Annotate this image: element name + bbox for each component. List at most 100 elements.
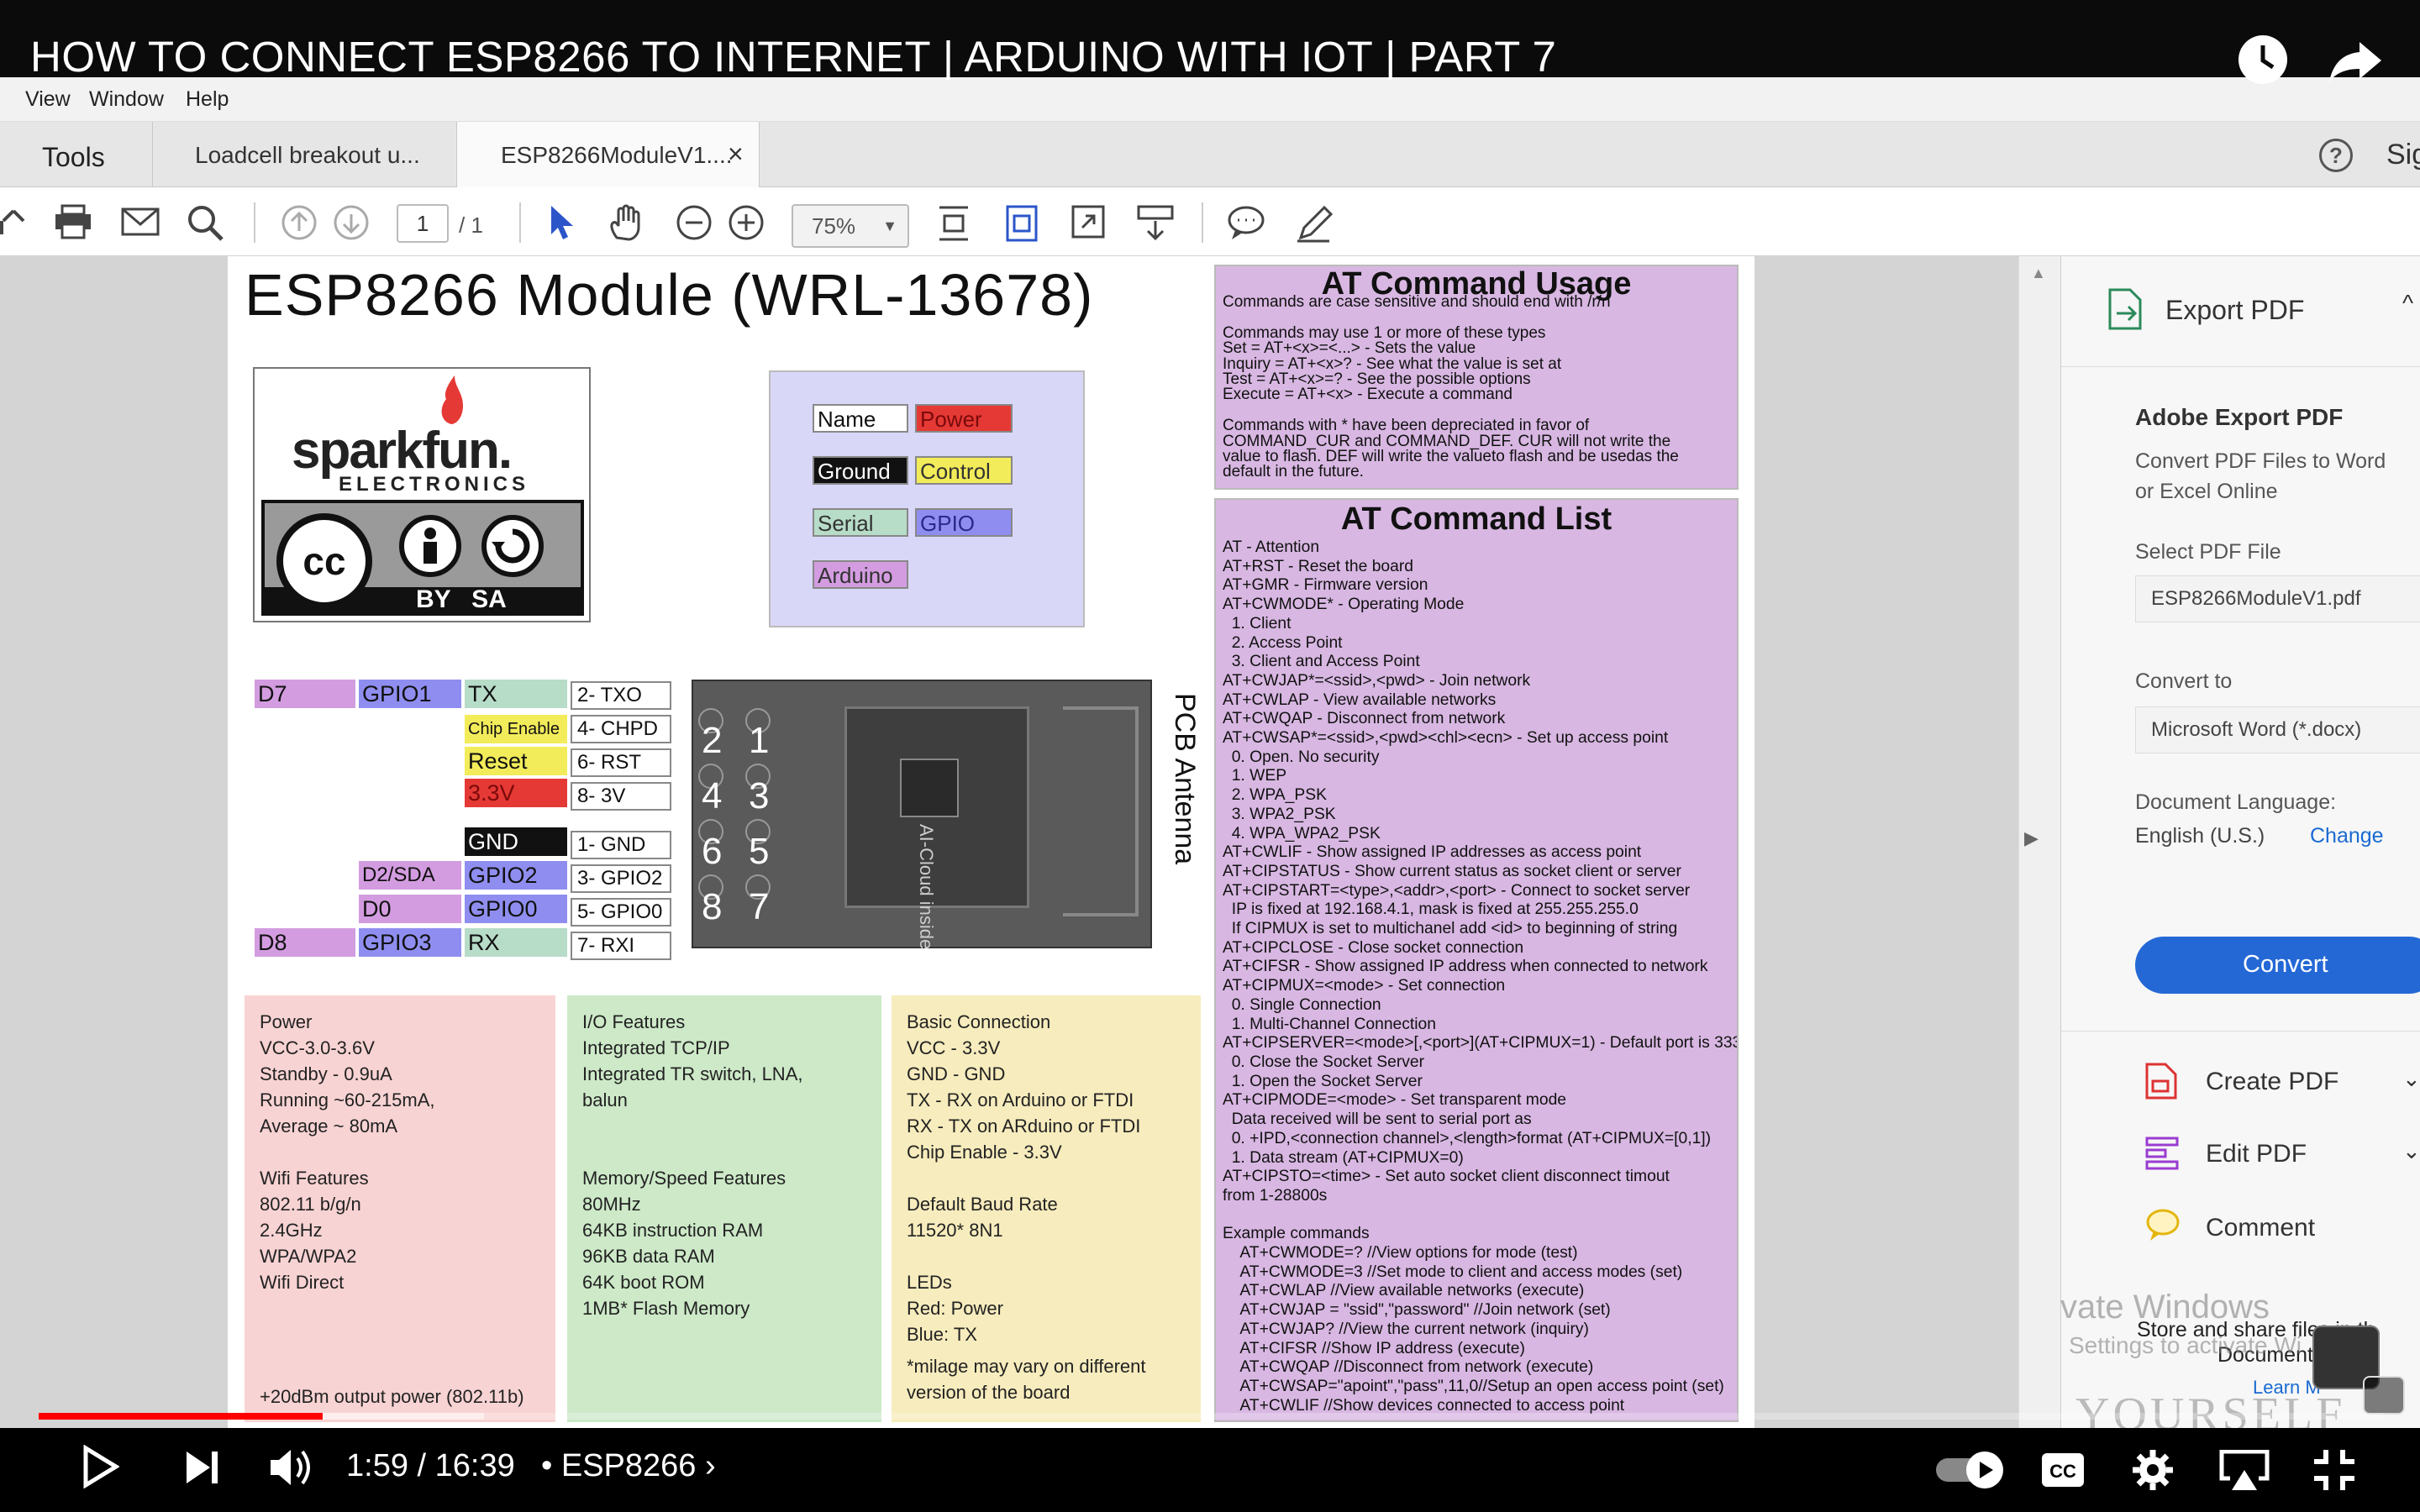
pdf-page: ESP8266 Module (WRL-13678) sparkfun. ELE… xyxy=(228,256,1754,1428)
create-pdf-item[interactable]: Create PDF xyxy=(2206,1068,2338,1096)
progress-played xyxy=(39,1413,323,1420)
convert-button[interactable]: Convert xyxy=(2135,937,2420,994)
selected-file-name: ESP8266ModuleV1.pdf xyxy=(2151,587,2361,610)
video-title[interactable]: HOW TO CONNECT ESP8266 TO INTERNET | ARD… xyxy=(30,32,1556,81)
tab-close-icon[interactable]: × xyxy=(728,139,744,170)
create-pdf-icon xyxy=(2145,1063,2177,1100)
page-total: / 1 xyxy=(459,213,483,238)
video-progress-bar[interactable] xyxy=(39,1413,2383,1420)
pin-gpio0: GPIO0 xyxy=(465,895,567,923)
collapse-panel-icon[interactable]: ▶ xyxy=(2024,827,2039,849)
edit-pdf-item[interactable]: Edit PDF xyxy=(2206,1140,2307,1168)
video-title-bar: HOW TO CONNECT ESP8266 TO INTERNET | ARD… xyxy=(0,0,2420,84)
pin-reset: Reset xyxy=(465,747,567,775)
zoom-out-icon[interactable] xyxy=(676,204,713,241)
chevron-down-icon[interactable]: ⌄ xyxy=(2402,1066,2420,1092)
email-icon[interactable] xyxy=(121,204,160,239)
io-features: I/O Features Integrated TCP/IP Integrate… xyxy=(567,995,881,1422)
pin-number-4: 4- CHPD xyxy=(571,715,671,743)
color-legend: Name Power Ground Control Serial GPIO Ar… xyxy=(769,370,1085,627)
comment-item[interactable]: Comment xyxy=(2206,1214,2315,1242)
chevron-down-icon[interactable]: ⌄ xyxy=(2402,1138,2420,1164)
page-number-input[interactable]: 1 xyxy=(397,204,449,243)
scroll-mode-icon[interactable] xyxy=(1136,204,1175,243)
at-usage-body: Commands are case sensitive and should e… xyxy=(1223,295,1679,480)
sparkfun-logo: sparkfun. ELECTRONICS cc BY SA xyxy=(253,367,591,622)
edit-pdf-icon xyxy=(2145,1135,2179,1172)
select-tool-icon[interactable] xyxy=(548,204,575,241)
cc-license-text: BY SA xyxy=(416,585,507,613)
chevron-up-icon[interactable]: ^ xyxy=(2402,290,2413,317)
print-icon[interactable] xyxy=(54,204,92,239)
module-pin-6: 6 xyxy=(702,831,723,872)
convert-format-value: Microsoft Word (*.docx) xyxy=(2151,718,2362,741)
menu-view[interactable]: View xyxy=(25,87,71,112)
help-icon[interactable]: ? xyxy=(2319,139,2353,172)
pin-d2sda: D2/SDA xyxy=(359,861,461,890)
export-pdf-header[interactable]: Export PDF ^ xyxy=(2061,256,2420,367)
export-desc-1: Convert PDF Files to Word xyxy=(2135,449,2386,473)
settings-gear-icon[interactable] xyxy=(2131,1448,2175,1496)
full-screen-icon[interactable] xyxy=(1071,204,1106,239)
captions-icon[interactable]: CC xyxy=(2040,1452,2086,1493)
menu-help[interactable]: Help xyxy=(186,87,229,112)
cc-badge: cc BY SA xyxy=(261,500,584,616)
page-down-icon[interactable] xyxy=(333,204,370,241)
basic-foot: *milage may vary on different version of… xyxy=(907,1356,1146,1403)
menu-window[interactable]: Window xyxy=(89,87,164,112)
zoom-value: 75% xyxy=(812,213,856,239)
tab-esp8266[interactable]: ESP8266ModuleV1.... × xyxy=(457,122,760,187)
legend-gpio: GPIO xyxy=(915,508,1013,537)
watch-later-icon[interactable] xyxy=(2237,34,2289,86)
pin-number-7: 7- RXI xyxy=(571,932,671,960)
airplay-icon[interactable] xyxy=(2218,1449,2270,1496)
pin-number-1: 1- GND xyxy=(571,831,671,859)
legend-arduino: Arduino xyxy=(813,560,908,589)
by-icon xyxy=(399,515,461,577)
search-icon[interactable] xyxy=(187,204,224,241)
volume-icon[interactable] xyxy=(267,1446,313,1493)
share-icon[interactable] xyxy=(2328,39,2383,84)
tab-tools[interactable]: Tools xyxy=(0,122,153,187)
next-icon[interactable] xyxy=(183,1448,220,1491)
logo-brand: sparkfun. xyxy=(292,422,513,480)
pdf-viewer-window: View Window Help Tools Loadcell breakout… xyxy=(0,77,2420,1441)
convert-to-label: Convert to xyxy=(2135,669,2233,693)
module-pin-3: 3 xyxy=(749,775,770,816)
captions-overlay-icon[interactable] xyxy=(2363,1376,2405,1415)
page-up-icon[interactable] xyxy=(281,204,318,241)
hand-tool-icon[interactable] xyxy=(607,204,645,243)
change-language-link[interactable]: Change xyxy=(2310,824,2384,848)
exit-fullscreen-icon[interactable] xyxy=(2312,1448,2356,1496)
autoplay-toggle[interactable] xyxy=(1934,1450,2007,1494)
chapter-title[interactable]: • ESP8266 › xyxy=(541,1448,716,1484)
zoom-in-icon[interactable] xyxy=(728,204,765,241)
scroll-up-icon[interactable]: ▲ xyxy=(2031,265,2046,282)
pcb-antenna-label: PCB Antenna xyxy=(1169,693,1201,865)
upload-icon[interactable] xyxy=(0,204,25,239)
tab-loadcell[interactable]: Loadcell breakout u... xyxy=(153,122,457,187)
sign-in-link[interactable]: Sig xyxy=(2386,139,2420,171)
sa-icon xyxy=(481,515,544,577)
pin-number-6: 6- RST xyxy=(571,748,671,777)
convert-format-select[interactable]: Microsoft Word (*.docx) xyxy=(2135,706,2420,753)
chevron-right-icon: › xyxy=(696,1448,716,1483)
tab-bar: Tools Loadcell breakout u... ESP8266Modu… xyxy=(0,122,2420,187)
module-pin-8: 8 xyxy=(702,886,723,927)
export-pdf-title: Export PDF xyxy=(2165,295,2305,325)
pin-gpio2: GPIO2 xyxy=(465,861,567,890)
tab-esp8266-label: ESP8266ModuleV1.... xyxy=(501,142,733,168)
legend-name: Name xyxy=(813,404,908,433)
document-area[interactable]: ESP8266 Module (WRL-13678) sparkfun. ELE… xyxy=(0,256,2060,1428)
fit-width-icon[interactable] xyxy=(1005,204,1039,243)
comment-icon[interactable] xyxy=(1227,204,1265,241)
vertical-scrollbar[interactable]: ▲ ▶ xyxy=(2018,256,2060,1428)
module-pin-5: 5 xyxy=(749,831,770,872)
selected-file-field[interactable]: ESP8266ModuleV1.pdf xyxy=(2135,575,2420,622)
legend-control: Control xyxy=(915,456,1013,485)
zoom-select[interactable]: 75% ▼ xyxy=(792,204,909,248)
fit-page-icon[interactable] xyxy=(936,204,971,243)
pin-gpio3: GPIO3 xyxy=(359,928,461,957)
play-icon[interactable] xyxy=(81,1444,120,1493)
pen-icon[interactable] xyxy=(1296,204,1334,243)
